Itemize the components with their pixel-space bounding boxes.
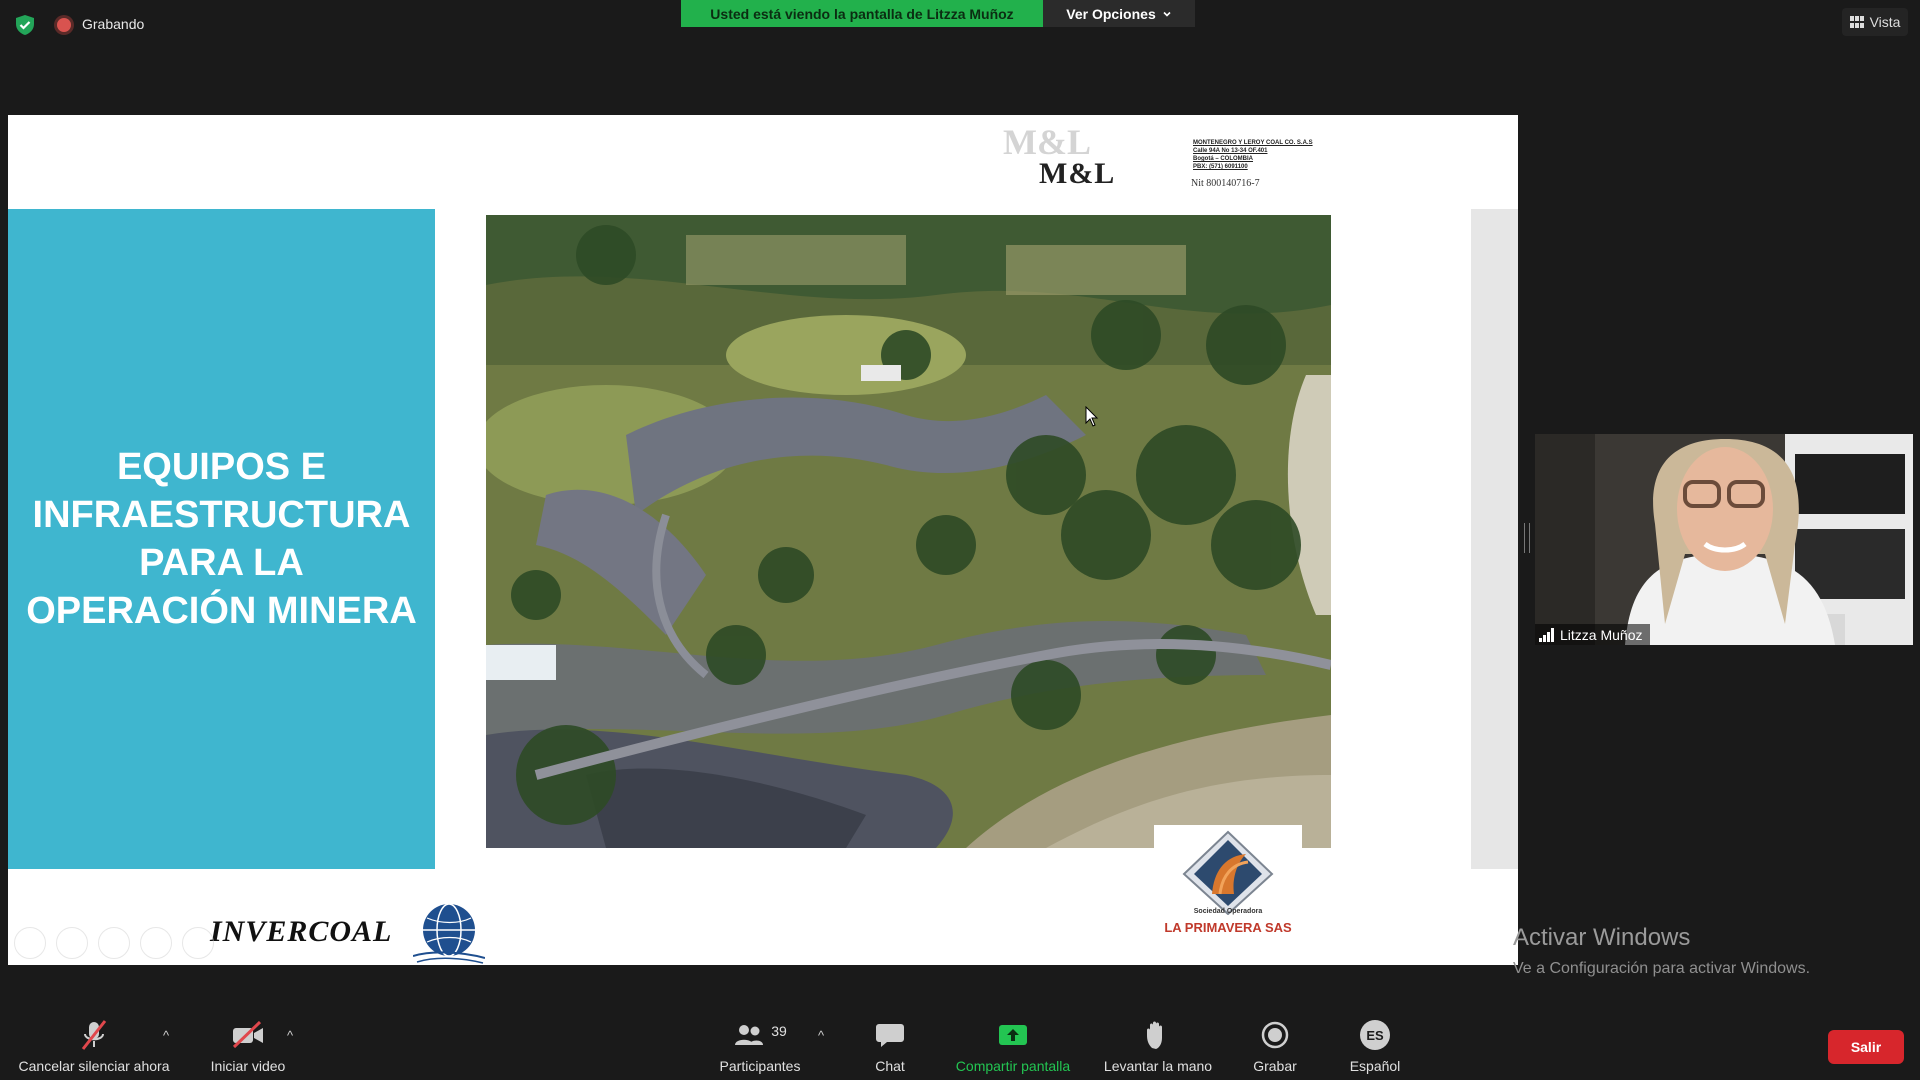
raise-hand-icon — [1147, 1021, 1162, 1049]
participant-video[interactable] — [1535, 434, 1913, 645]
slide-title-line: PARA LA — [139, 542, 304, 584]
ml-logo: M&L — [1039, 157, 1116, 190]
participants-caret-icon[interactable]: ^ — [818, 1028, 824, 1043]
aerial-mine-photo — [486, 215, 1331, 848]
video-camera-off-icon — [232, 1021, 263, 1049]
view-layout-label: Vista — [1869, 14, 1901, 30]
slide-next-control[interactable] — [56, 927, 88, 959]
share-screen-icon — [999, 1025, 1027, 1045]
participants-icon — [735, 1025, 764, 1045]
leave-meeting-button[interactable]: Salir — [1828, 1030, 1904, 1064]
company-info-line: PBX: (571) 6091100 — [1193, 164, 1248, 170]
record-icon — [1261, 1021, 1289, 1049]
chevron-down-icon — [1163, 11, 1171, 17]
record-button[interactable]: Grabar — [1245, 1018, 1305, 1074]
viewing-screen-banner: Usted está viendo la pantalla de Litzza … — [681, 0, 1043, 27]
invercoal-globe-icon — [413, 903, 485, 964]
recording-label: Grabando — [82, 16, 145, 32]
company-info-line: Bogotá – COLOMBIA — [1193, 156, 1253, 162]
chat-button[interactable]: Chat — [860, 1018, 920, 1074]
participants-label: Participantes — [719, 1058, 801, 1074]
view-layout-button[interactable]: Vista — [1842, 8, 1908, 36]
recording-icon — [57, 18, 71, 32]
grid-icon — [1849, 16, 1864, 28]
slide-title: EQUIPOS E INFRAESTRUCTURA PARA LA OPERAC… — [8, 209, 435, 869]
language-badge-icon: ES — [1360, 1020, 1390, 1050]
windows-activation-subtitle: Ve a Configuración para activar Windows. — [1513, 960, 1811, 977]
shared-screen-slide: EQUIPOS E INFRAESTRUCTURA PARA LA OPERAC… — [8, 115, 1518, 965]
la-primavera-subtitle: Sociedad Operadora — [1193, 908, 1263, 915]
slide-grid-control[interactable] — [140, 927, 172, 959]
remote-mouse-cursor-icon — [1085, 406, 1099, 427]
audio-options-caret-icon[interactable]: ^ — [163, 1028, 169, 1043]
share-screen-label: Compartir pantalla — [955, 1058, 1071, 1074]
language-button[interactable]: ES Español — [1340, 1018, 1410, 1074]
microphone-muted-icon — [81, 1020, 107, 1050]
share-screen-button[interactable]: Compartir pantalla — [945, 1018, 1081, 1074]
slide-prev-control[interactable] — [14, 927, 46, 959]
la-primavera-name: LA PRIMAVERA SAS — [1164, 920, 1292, 935]
la-primavera-logo-area — [1154, 825, 1302, 955]
raise-hand-label: Levantar la mano — [1103, 1058, 1213, 1074]
windows-activation-title: Activar Windows — [1513, 924, 1691, 951]
company-info-line: MONTENEGRO Y LEROY COAL CO. S.A.S — [1193, 140, 1313, 146]
record-label: Grabar — [1253, 1058, 1297, 1074]
slide-pen-control[interactable] — [98, 927, 130, 959]
participant-name: Litzza Muñoz — [1560, 626, 1643, 643]
company-info: MONTENEGRO Y LEROY COAL CO. S.A.S Calle … — [1193, 139, 1313, 171]
video-options-caret-icon[interactable]: ^ — [287, 1028, 293, 1043]
start-video-button[interactable]: Iniciar video — [203, 1018, 293, 1074]
la-primavera-logo-icon — [1182, 830, 1274, 915]
slide-zoom-control[interactable] — [182, 927, 214, 959]
unmute-button[interactable]: Cancelar silenciar ahora — [12, 1018, 176, 1074]
view-options-button[interactable]: Ver Opciones — [1043, 0, 1195, 27]
participants-button[interactable]: 39 Participantes — [710, 1018, 810, 1074]
participants-count: 39 — [771, 1023, 787, 1039]
panel-splitter-handle[interactable] — [1524, 523, 1530, 553]
language-label: Español — [1349, 1058, 1401, 1074]
slide-side-band — [1471, 209, 1518, 869]
invercoal-logo-text: INVERCOAL — [210, 915, 393, 948]
raise-hand-button[interactable]: Levantar la mano — [1095, 1018, 1221, 1074]
chat-bubble-icon — [876, 1024, 904, 1047]
signal-strength-icon — [1539, 627, 1554, 642]
security-shield-icon[interactable] — [14, 14, 36, 36]
slide-title-line: EQUIPOS E — [116, 446, 327, 488]
company-info-line: Calle 94A No 13-34 OF.401 — [1193, 148, 1268, 154]
slide-title-line: OPERACIÓN MINERA — [26, 590, 417, 632]
chat-label: Chat — [875, 1058, 905, 1074]
view-options-label: Ver Opciones — [1066, 5, 1156, 22]
unmute-label: Cancelar silenciar ahora — [18, 1058, 170, 1074]
participant-name-tag: Litzza Muñoz — [1535, 624, 1651, 645]
company-nit: Nit 800140716-7 — [1191, 178, 1260, 189]
start-video-label: Iniciar video — [210, 1058, 286, 1074]
slide-title-line: INFRAESTRUCTURA — [32, 494, 411, 536]
